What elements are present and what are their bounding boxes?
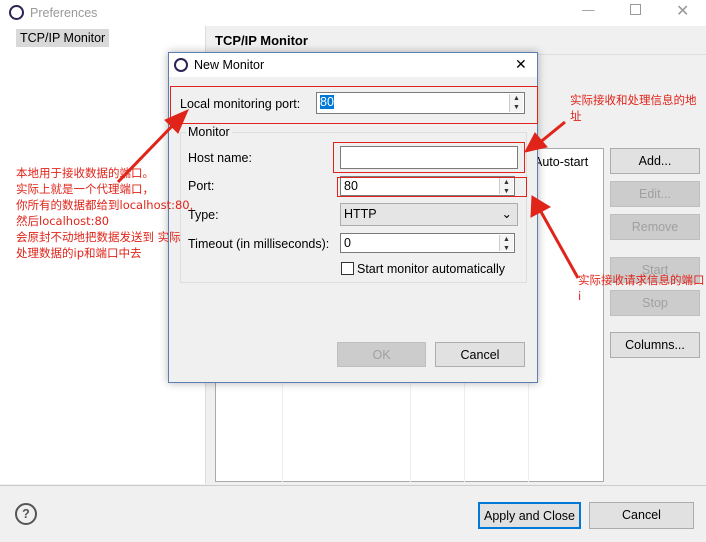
arrow-port [538, 209, 580, 279]
annotation-arrows [116, 109, 580, 279]
arrow-local-port [116, 120, 178, 184]
arrow-head [524, 132, 548, 153]
